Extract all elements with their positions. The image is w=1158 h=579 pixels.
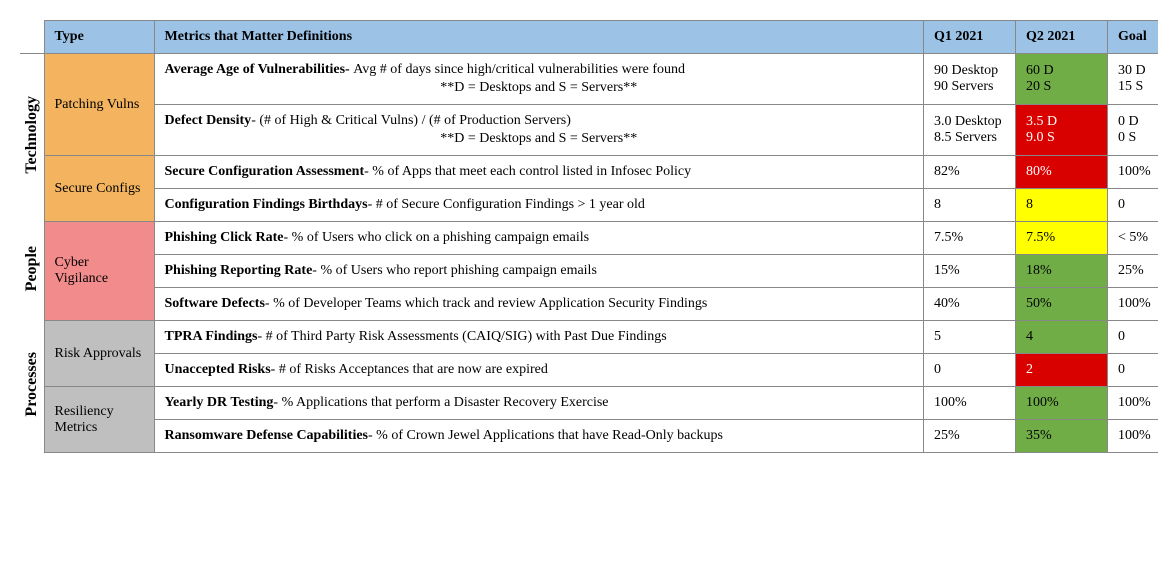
q2-cell: 7.5% [1016,222,1108,255]
q1-cell: 5 [924,321,1016,354]
metric-cell: Configuration Findings Birthdays- # of S… [154,189,924,222]
q1-cell: 0 [924,354,1016,387]
q1-cell: 25% [924,420,1016,453]
q2-cell: 8 [1016,189,1108,222]
table-row: Processes Risk Approvals TPRA Findings- … [20,321,1158,354]
q2-cell: 60 D 20 S [1016,54,1108,105]
table-row: Software Defects- % of Developer Teams w… [20,288,1158,321]
metric-title: Average Age of Vulnerabilities- [165,62,354,77]
goal-cell: 25% [1108,255,1158,288]
table-row: Unaccepted Risks- # of Risks Acceptances… [20,354,1158,387]
metric-cell: Secure Configuration Assessment- % of Ap… [154,156,924,189]
vlabel-processes: Processes [20,321,44,453]
corner-cell [20,21,44,54]
q1-cell: 7.5% [924,222,1016,255]
metric-title: Yearly DR Testing [165,395,274,410]
table-row: Ransomware Defense Capabilities- % of Cr… [20,420,1158,453]
metric-desc: - # of Risks Acceptances that are now ar… [271,362,548,377]
metric-desc: - % of Crown Jewel Applications that hav… [368,428,723,443]
goal-cell: 100% [1108,420,1158,453]
goal-cell: 100% [1108,156,1158,189]
metric-cell: Yearly DR Testing- % Applications that p… [154,387,924,420]
metric-desc: - % of Users who report phishing campaig… [312,263,597,278]
metric-cell: Unaccepted Risks- # of Risks Acceptances… [154,354,924,387]
q1-cell: 100% [924,387,1016,420]
table-row: Secure Configs Secure Configuration Asse… [20,156,1158,189]
metric-title: Configuration Findings Birthdays [165,197,368,212]
metric-desc: - % of Apps that meet each control liste… [364,164,691,179]
goal-cell: 0 [1108,189,1158,222]
metric-note: **D = Desktops and S = Servers** [165,131,914,147]
q2-cell: 100% [1016,387,1108,420]
q2-cell: 3.5 D 9.0 S [1016,105,1108,156]
table-row: Phishing Reporting Rate- % of Users who … [20,255,1158,288]
metric-desc: - (# of High & Critical Vulns) / (# of P… [251,113,571,128]
table-row: Resiliency Metrics Yearly DR Testing- % … [20,387,1158,420]
type-risk: Risk Approvals [44,321,154,387]
table-row: Configuration Findings Birthdays- # of S… [20,189,1158,222]
type-resiliency: Resiliency Metrics [44,387,154,453]
metric-cell: TPRA Findings- # of Third Party Risk Ass… [154,321,924,354]
table-row: People Cyber Vigilance Phishing Click Ra… [20,222,1158,255]
metric-title: Defect Density [165,113,252,128]
metrics-table: Type Metrics that Matter Definitions Q1 … [20,20,1158,453]
header-row: Type Metrics that Matter Definitions Q1 … [20,21,1158,54]
metric-desc: Avg # of days since high/critical vulner… [353,62,685,77]
q2-cell: 35% [1016,420,1108,453]
metric-desc: - # of Secure Configuration Findings > 1… [368,197,645,212]
goal-cell: 100% [1108,387,1158,420]
q1-cell: 8 [924,189,1016,222]
metric-title: Secure Configuration Assessment [165,164,365,179]
type-patching: Patching Vulns [44,54,154,156]
header-type: Type [44,21,154,54]
table-row: Defect Density- (# of High & Critical Vu… [20,105,1158,156]
metric-title: Unaccepted Risks [165,362,271,377]
q1-cell: 15% [924,255,1016,288]
header-metrics: Metrics that Matter Definitions [154,21,924,54]
q2-cell: 80% [1016,156,1108,189]
metric-desc: - # of Third Party Risk Assessments (CAI… [257,329,666,344]
q2-cell: 2 [1016,354,1108,387]
metric-cell: Software Defects- % of Developer Teams w… [154,288,924,321]
q2-cell: 18% [1016,255,1108,288]
q1-cell: 3.0 Desktop 8.5 Servers [924,105,1016,156]
metric-desc: - % Applications that perform a Disaster… [273,395,608,410]
q2-cell: 4 [1016,321,1108,354]
header-q1: Q1 2021 [924,21,1016,54]
metric-cell: Phishing Click Rate- % of Users who clic… [154,222,924,255]
table-row: Technology Patching Vulns Average Age of… [20,54,1158,105]
metric-desc: - % of Users who click on a phishing cam… [284,230,590,245]
metric-desc: - % of Developer Teams which track and r… [265,296,707,311]
metric-cell: Average Age of Vulnerabilities- Avg # of… [154,54,924,105]
header-goal: Goal [1108,21,1158,54]
goal-cell: 30 D 15 S [1108,54,1158,105]
header-q2: Q2 2021 [1016,21,1108,54]
q1-cell: 40% [924,288,1016,321]
goal-cell: 0 [1108,321,1158,354]
type-cyber: Cyber Vigilance [44,222,154,321]
metric-title: Phishing Reporting Rate [165,263,313,278]
vlabel-people: People [20,222,44,321]
q2-cell: 50% [1016,288,1108,321]
goal-cell: 0 [1108,354,1158,387]
goal-cell: 0 D 0 S [1108,105,1158,156]
metric-note: **D = Desktops and S = Servers** [165,80,914,96]
q1-cell: 90 Desktop 90 Servers [924,54,1016,105]
goal-cell: 100% [1108,288,1158,321]
metric-cell: Ransomware Defense Capabilities- % of Cr… [154,420,924,453]
q1-cell: 82% [924,156,1016,189]
metric-title: Ransomware Defense Capabilities [165,428,369,443]
type-secure: Secure Configs [44,156,154,222]
vlabel-technology: Technology [20,54,44,222]
metric-title: Software Defects [165,296,265,311]
metric-cell: Defect Density- (# of High & Critical Vu… [154,105,924,156]
metric-cell: Phishing Reporting Rate- % of Users who … [154,255,924,288]
goal-cell: < 5% [1108,222,1158,255]
metric-title: Phishing Click Rate [165,230,284,245]
metric-title: TPRA Findings [165,329,258,344]
